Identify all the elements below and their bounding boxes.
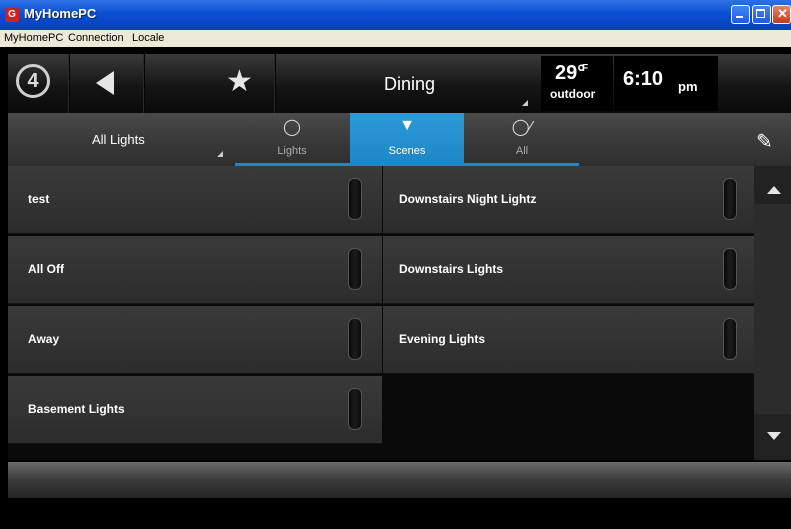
bottom-bar [8,462,791,498]
close-button[interactable]: ✕ [772,5,791,24]
scene-tile[interactable]: Evening Lights [383,306,757,374]
scene-name: Downstairs Lights [399,262,504,276]
nav-divider [274,54,275,113]
scene-indicator[interactable] [348,388,362,430]
lightbulb-icon: ◯ [283,119,301,136]
pencil-icon[interactable]: ✎ [756,129,773,154]
all-icon: ◯∕ [511,119,533,136]
scene-tile[interactable]: Downstairs Night Lightz [383,166,757,234]
maximize-button[interactable] [752,5,771,24]
scene-tile[interactable]: Basement Lights [8,376,382,444]
scene-indicator[interactable] [348,248,362,290]
clock-ampm: pm [678,79,698,94]
scene-tile[interactable]: Away [8,306,382,374]
scene-indicator[interactable] [723,248,737,290]
filter-dropdown-indicator [217,151,223,157]
room-dropdown-indicator [522,100,528,106]
scroll-down-icon[interactable] [767,432,781,440]
tab-lights[interactable]: ◯ Lights [235,113,349,163]
temperature-label: outdoor [550,87,596,101]
scroll-up-icon[interactable] [767,186,781,194]
scene-name: Downstairs Night Lightz [399,192,537,206]
scene-indicator[interactable] [348,178,362,220]
temperature-value: 29° [555,62,586,84]
clock-display: 6:10 pm [614,56,718,111]
back-arrow-icon[interactable] [96,71,114,95]
close-icon: ✕ [777,6,788,21]
tab-scenes-label: Scenes [388,145,426,157]
scene-name: Away [28,332,60,346]
scene-tile[interactable]: All Off [8,236,382,304]
tab-scenes[interactable]: ▼ Scenes [350,113,464,163]
minimize-button[interactable] [731,5,750,24]
weather-display: 29° F outdoor [541,56,613,111]
scene-name: Basement Lights [28,402,125,416]
window-title: MyHomePC [24,6,97,21]
menu-locale[interactable]: Locale [132,32,164,44]
scrollbar-thumb[interactable] [754,204,791,414]
minimize-icon [736,16,743,18]
menu-myhomepc[interactable]: MyHomePC [4,32,63,44]
star-icon[interactable]: ★ [226,64,253,99]
scene-indicator[interactable] [348,318,362,360]
tab-all-label: All [515,145,529,157]
tab-all[interactable]: ◯∕ All [465,113,579,163]
scene-name: test [28,192,50,206]
scene-name: Evening Lights [399,332,486,346]
menu-connection[interactable]: Connection [68,32,124,44]
scene-indicator[interactable] [723,178,737,220]
window-titlebar: G MyHomePC ✕ [0,0,791,30]
menubar: MyHomePC Connection Locale [0,30,791,47]
top-navbar: 4 ★ Dining 29° F outdoor 6:10 pm [8,54,791,113]
app-logo-icon: G [5,8,19,22]
all-lights-filter[interactable]: All Lights [8,113,235,166]
scene-tile[interactable]: Downstairs Lights [383,236,757,304]
maximize-icon [756,9,765,18]
home-logo-icon[interactable]: 4 [16,64,50,98]
scene-name: All Off [28,262,64,276]
clock-time: 6:10 [623,68,664,90]
scene-icon: ▼ [399,117,415,134]
tab-bar: All Lights ◯ Lights ▼ Scenes ◯∕ All ✎ [8,113,791,166]
scenes-grid: test Downstairs Night Lightz All Off Dow… [8,166,757,460]
scene-tile[interactable]: test [8,166,382,234]
scene-indicator[interactable] [723,318,737,360]
left-border [0,47,8,529]
filter-label: All Lights [92,132,145,147]
bottom-area [8,498,791,529]
nav-divider [143,54,144,113]
vertical-scrollbar[interactable] [754,166,791,460]
tab-lights-label: Lights [277,145,307,157]
room-title[interactable]: Dining [384,74,435,95]
nav-divider [68,54,69,113]
temperature-unit: F [582,63,589,74]
